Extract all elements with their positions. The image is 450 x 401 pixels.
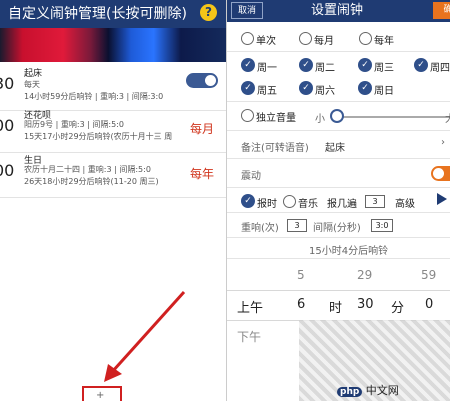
check-icon[interactable]: ✓ <box>299 81 313 95</box>
picker-second[interactable]: 0 <box>425 297 433 312</box>
vibrate-toggle[interactable] <box>431 166 450 181</box>
alarm-list-panel: 自定义闹钟管理(长按可删除) ? 30 起床 每天 14小时59分后响铃 | 重… <box>0 0 226 401</box>
music-radio[interactable] <box>283 195 296 208</box>
volume-label: 独立音量 <box>256 113 296 124</box>
divider <box>227 101 450 102</box>
divider <box>227 258 450 259</box>
vibrate-label: 震动 <box>241 171 261 182</box>
divider <box>227 51 450 52</box>
independent-volume-radio[interactable] <box>241 109 254 122</box>
countdown-text: 15小时4分后响铃 <box>309 246 389 257</box>
picker-ampm[interactable]: 上午 <box>237 297 263 316</box>
divider <box>227 237 450 238</box>
chevron-right-icon: › <box>441 137 445 148</box>
radio-label: 单次 <box>256 36 276 47</box>
volume-small-label: 小 <box>315 114 325 125</box>
picker-hour-unit: 时 <box>329 301 343 316</box>
weekday-label: 周日 <box>374 86 394 97</box>
repeat-count-label: 重响(次) <box>241 223 279 234</box>
picker-minute-above: 29 <box>357 268 373 282</box>
picker-second-above: 59 <box>421 268 437 282</box>
picker-divider <box>227 290 450 291</box>
check-icon[interactable]: ✓ <box>299 58 313 72</box>
check-icon[interactable]: ✓ <box>414 58 428 72</box>
picker-minute-unit: 分 <box>391 301 405 316</box>
page-title: 设置闹钟 <box>311 3 364 18</box>
divider <box>227 187 450 188</box>
weekday-label: 周一 <box>257 63 277 74</box>
repeat-interval-label: 间隔(分秒) <box>313 223 361 234</box>
repeat-interval-input[interactable]: 3:0 <box>371 219 393 232</box>
check-icon[interactable]: ✓ <box>358 81 372 95</box>
picker-pm: 下午 <box>237 330 262 344</box>
check-icon[interactable]: ✓ <box>241 81 255 95</box>
check-icon[interactable]: ✓ <box>358 58 372 72</box>
add-icon: + <box>96 390 105 401</box>
add-alarm-button[interactable]: + <box>82 386 122 401</box>
check-icon[interactable]: ✓ <box>241 58 255 72</box>
radio-monthly[interactable] <box>299 32 312 45</box>
divider <box>227 130 450 131</box>
weekday-label: 周六 <box>315 86 335 97</box>
advanced-link[interactable]: 高级 <box>395 195 415 210</box>
weekday-label: 周二 <box>315 63 335 74</box>
divider <box>227 212 450 213</box>
volume-slider[interactable] <box>331 116 450 118</box>
music-label: 音乐 <box>298 199 318 210</box>
weekday-label: 周三 <box>374 63 394 74</box>
report-times-input[interactable]: 3 <box>365 195 385 208</box>
volume-slider-handle[interactable] <box>330 109 344 123</box>
annotation-arrow-icon <box>104 290 186 382</box>
volume-large-label: 大 <box>445 110 450 125</box>
picker-minute[interactable]: 30 <box>357 297 374 312</box>
weekday-label: 周五 <box>257 86 277 97</box>
confirm-button[interactable]: 确 <box>433 2 450 19</box>
cancel-button[interactable]: 取消 <box>231 2 263 19</box>
watermark-text: 中文网 <box>365 384 399 397</box>
picker-hour[interactable]: 6 <box>297 297 305 312</box>
settings-header: 取消 设置闹钟 确 <box>227 0 450 22</box>
watermark-logo: php 中文网 <box>337 382 399 398</box>
picker-hour-above: 5 <box>297 268 305 282</box>
alarm-settings-panel: 取消 设置闹钟 确 单次 每月 每年 ✓ 周一 ✓ 周二 ✓ 周三 ✓ 周四 ✓… <box>226 0 450 401</box>
toggle-knob <box>433 168 444 179</box>
note-input[interactable]: 起床 <box>325 139 345 154</box>
radio-yearly[interactable] <box>359 32 372 45</box>
radio-label: 每月 <box>314 36 334 47</box>
check-icon[interactable]: ✓ <box>241 194 255 208</box>
report-times-label: 报几遍 <box>327 199 357 210</box>
play-icon[interactable] <box>437 193 447 205</box>
radio-single[interactable] <box>241 32 254 45</box>
weekday-label: 周四 <box>430 63 450 74</box>
divider <box>227 158 450 159</box>
note-label: 备注(可转语音) <box>241 143 309 154</box>
report-time-label: 报时 <box>257 199 277 210</box>
radio-label: 每年 <box>374 36 394 47</box>
repeat-count-input[interactable]: 3 <box>287 219 307 232</box>
